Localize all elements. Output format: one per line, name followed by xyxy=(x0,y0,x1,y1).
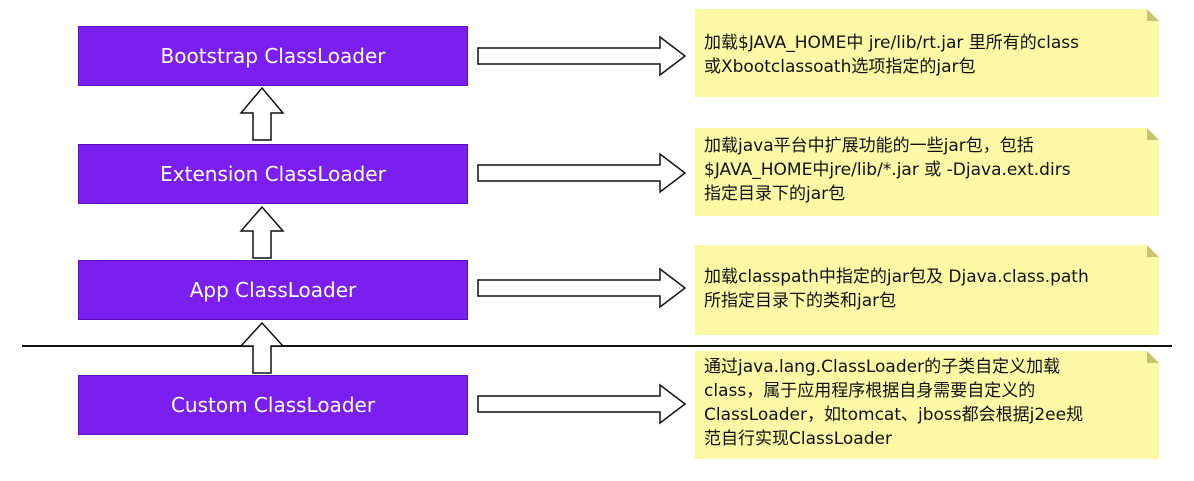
right-arrow-app xyxy=(477,267,687,309)
right-arrow-bootstrap xyxy=(477,35,687,77)
bootstrap-classloader-label: Bootstrap ClassLoader xyxy=(160,44,386,68)
app-classloader-label: App ClassLoader xyxy=(189,278,357,302)
note-line: 所指定目录下的类和jar包 xyxy=(704,291,897,311)
extension-classloader-box: Extension ClassLoader xyxy=(78,144,468,204)
note-line: 指定目录下的jar包 xyxy=(704,184,846,204)
custom-classloader-box: Custom ClassLoader xyxy=(78,375,468,435)
custom-classloader-label: Custom ClassLoader xyxy=(170,393,376,417)
note-line: class，属于应用程序根据自身需要自定义的 xyxy=(704,381,1036,401)
app-classloader-box: App ClassLoader xyxy=(78,260,468,320)
extension-classloader-label: Extension ClassLoader xyxy=(160,162,386,186)
note-fold-corner xyxy=(1147,9,1159,21)
up-arrow-app-to-extension xyxy=(239,205,285,259)
note-line: 加载classpath中指定的jar包及 Djava.class.path xyxy=(704,267,1089,287)
note-fold-corner xyxy=(1147,128,1159,140)
note-custom: 通过java.lang.ClassLoader的子类自定义加载 class，属于… xyxy=(695,351,1159,459)
note-line: 加载$JAVA_HOME中 jre/lib/rt.jar 里所有的class xyxy=(704,33,1080,53)
up-arrow-custom-to-app xyxy=(239,321,285,374)
bootstrap-classloader-box: Bootstrap ClassLoader xyxy=(78,26,468,86)
up-arrow-extension-to-bootstrap xyxy=(239,86,285,141)
note-line: 加载java平台中扩展功能的一些jar包，包括 xyxy=(704,136,1034,156)
note-line: $JAVA_HOME中jre/lib/*.jar 或 -Djava.ext.di… xyxy=(704,160,1071,180)
note-bootstrap: 加载$JAVA_HOME中 jre/lib/rt.jar 里所有的class 或… xyxy=(695,9,1159,97)
right-arrow-custom xyxy=(477,383,687,425)
note-extension: 加载java平台中扩展功能的一些jar包，包括 $JAVA_HOME中jre/l… xyxy=(695,128,1159,216)
note-line: 通过java.lang.ClassLoader的子类自定义加载 xyxy=(704,357,1061,377)
note-line: 或Xbootclassoath选项指定的jar包 xyxy=(704,57,976,77)
classloader-diagram: Bootstrap ClassLoader Extension ClassLoa… xyxy=(0,0,1194,481)
note-fold-corner xyxy=(1147,351,1159,363)
note-fold-corner xyxy=(1147,245,1159,257)
right-arrow-extension xyxy=(477,152,687,194)
note-app: 加载classpath中指定的jar包及 Djava.class.path 所指… xyxy=(695,245,1159,335)
note-line: 范自行实现ClassLoader xyxy=(704,429,892,449)
note-line: ClassLoader，如tomcat、jboss都会根据j2ee规 xyxy=(704,405,1084,425)
